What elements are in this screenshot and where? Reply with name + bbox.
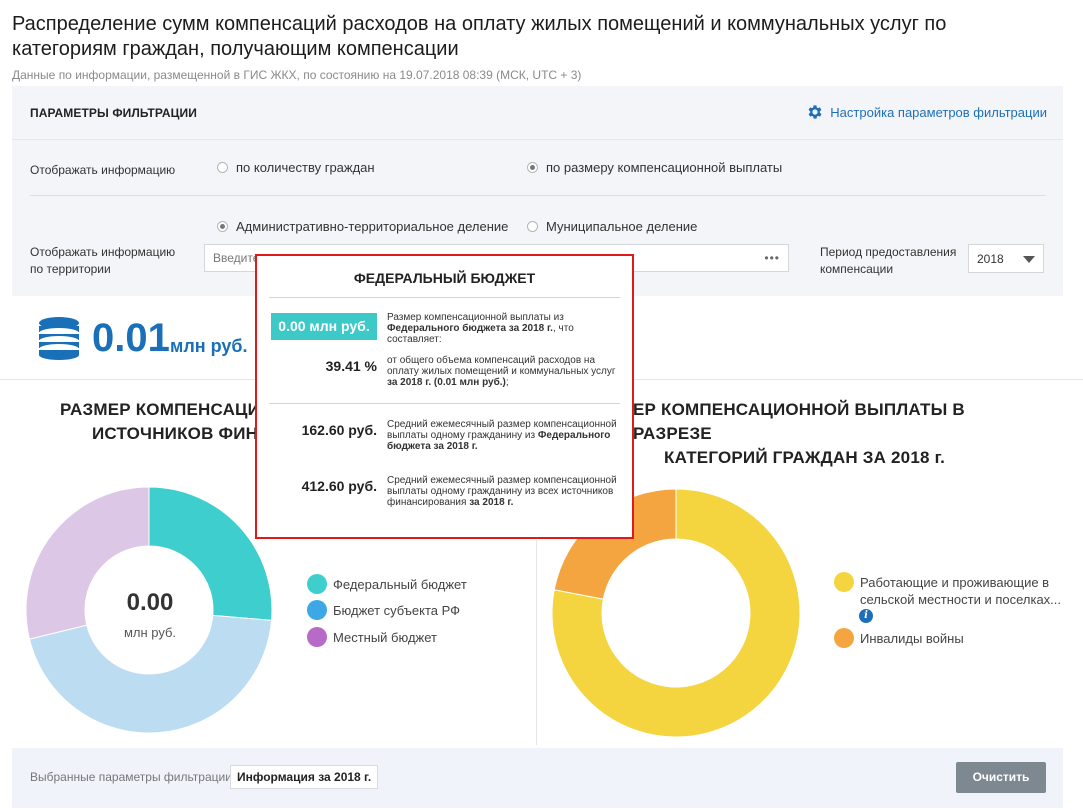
- radio-button: [527, 221, 538, 232]
- info-icon[interactable]: i: [859, 609, 873, 623]
- legend-label: Инвалиды войны: [860, 631, 964, 646]
- legend-label: Работающие и проживающие в сельской мест…: [860, 574, 1061, 608]
- tooltip-avg-federal-text: Средний ежемесячный размер компенсационн…: [387, 419, 623, 452]
- filter-settings-label: Настройка параметров фильтрации: [830, 104, 1047, 120]
- tooltip-avg-all: 412.60 руб.: [301, 478, 377, 494]
- display-info-label: Отображать информацию: [30, 163, 176, 177]
- period-value: 2018: [977, 252, 1004, 266]
- footer-bar: Выбранные параметры фильтрации: Информац…: [12, 748, 1063, 808]
- radio-button-selected: [527, 162, 538, 173]
- filter-settings-link[interactable]: Настройка параметров фильтрации: [806, 103, 1047, 121]
- legend-item-subject[interactable]: Бюджет субъекта РФ: [307, 600, 461, 620]
- radio-by-payment[interactable]: по размеру компенсационной выплаты: [527, 160, 782, 175]
- legend-label-line: сельской местности и поселках...: [860, 592, 1062, 607]
- territory-placeholder: Введите: [213, 251, 260, 265]
- period-label-line: компенсации: [820, 262, 894, 276]
- donut-center-unit: млн руб.: [123, 625, 177, 640]
- tooltip-divider: [269, 403, 620, 404]
- selected-filters-label: Выбранные параметры фильтрации:: [30, 770, 236, 784]
- territory-label-line: по территории: [30, 262, 111, 276]
- tooltip-text-part: составляет:: [387, 334, 442, 345]
- selected-filter-chip[interactable]: Информация за 2018 г.: [230, 765, 379, 789]
- filter-divider: [30, 195, 1046, 196]
- coins-icon: [39, 317, 79, 360]
- radio-label: по количеству граждан: [236, 160, 375, 175]
- section-divider: [536, 540, 537, 745]
- territory-label: Отображать информацию по территории: [30, 244, 175, 277]
- tooltip-text-bold: за 2018 г. (0.01 млн руб.): [387, 377, 506, 388]
- more-icon[interactable]: •••: [764, 251, 780, 265]
- territory-label-line: Отображать информацию: [30, 245, 176, 259]
- clear-button[interactable]: Очистить: [956, 762, 1046, 793]
- legend-item-rural-workers[interactable]: Работающие и проживающие в сельской мест…: [834, 572, 1061, 608]
- legend-label: Бюджет субъекта РФ: [333, 603, 461, 618]
- tooltip-text-bold: Федерального бюджета за 2018 г.: [387, 323, 553, 334]
- tooltip-divider: [269, 297, 620, 298]
- tooltip-text-part: Размер компенсационной выплаты из: [387, 312, 564, 323]
- tooltip-amount-text: Размер компенсационной выплаты из Федера…: [387, 312, 623, 345]
- tooltip-text-part: ;: [505, 377, 509, 388]
- legend-color-dot: [307, 600, 327, 620]
- legend-item-local[interactable]: Местный бюджет: [307, 627, 437, 647]
- gear-icon: [808, 105, 822, 119]
- radio-label: по размеру компенсационной выплаты: [546, 160, 783, 175]
- legend-label: Федеральный бюджет: [333, 577, 467, 592]
- tooltip-avg-all-text: Средний ежемесячный размер компенсационн…: [387, 475, 623, 508]
- summary-value: 0.01: [92, 316, 170, 360]
- tooltip-avg-federal: 162.60 руб.: [301, 422, 377, 438]
- page-title: Распределение сумм компенсаций расходов …: [12, 13, 947, 60]
- right-section-title: ЕР КОМПЕНСАЦИОННОЙ ВЫПЛАТЫ В РАЗРЕЗЕ КАТ…: [600, 398, 1040, 470]
- radio-button: [217, 162, 228, 173]
- tooltip-text-part: , что: [552, 323, 574, 334]
- period-label: Период предоставления компенсации: [820, 244, 956, 277]
- period-select[interactable]: 2018: [968, 244, 1044, 273]
- radio-button-selected: [217, 221, 228, 232]
- tooltip-text-bold: за 2018 г.: [469, 497, 514, 508]
- filter-title: ПАРАМЕТРЫ ФИЛЬТРАЦИИ: [30, 106, 197, 120]
- page-subtitle: Данные по информации, размещенной в ГИС …: [12, 68, 582, 82]
- legend-color-dot: [307, 574, 327, 594]
- legend-color-dot: [834, 572, 854, 592]
- section-title-line: ЕР КОМПЕНСАЦИОННОЙ ВЫПЛАТЫ В РАЗРЕЗЕ: [633, 400, 965, 443]
- donut-center-value: 0.00: [126, 589, 174, 616]
- filter-header: ПАРАМЕТРЫ ФИЛЬТРАЦИИ Настройка параметро…: [12, 86, 1063, 140]
- tooltip-amount-badge: 0.00 млн руб.: [271, 313, 377, 340]
- radio-label: Административно-территориальное деление: [236, 219, 509, 234]
- tooltip-percent-text: от общего объема компенсаций расходов на…: [387, 355, 623, 388]
- summary-unit: млн руб.: [170, 336, 248, 356]
- radio-municipal-division[interactable]: Муниципальное деление: [527, 219, 697, 234]
- federal-budget-tooltip: ФЕДЕРАЛЬНЫЙ БЮДЖЕТ 0.00 млн руб. Размер …: [255, 254, 634, 539]
- tooltip-title: ФЕДЕРАЛЬНЫЙ БЮДЖЕТ: [353, 270, 536, 286]
- radio-admin-division[interactable]: Административно-территориальное деление: [217, 219, 508, 234]
- period-label-line: Период предоставления: [820, 245, 957, 259]
- chevron-down-icon: [1023, 256, 1035, 263]
- legend-label: Местный бюджет: [333, 630, 437, 645]
- legend-item-war-invalids[interactable]: Инвалиды войны: [834, 628, 964, 648]
- section-title-line: КАТЕГОРИЙ ГРАЖДАН ЗА 2018 г.: [664, 448, 946, 467]
- tooltip-percent: 39.41 %: [325, 358, 377, 374]
- legend-item-federal[interactable]: Федеральный бюджет: [307, 574, 467, 594]
- legend-color-dot: [834, 628, 854, 648]
- radio-label: Муниципальное деление: [546, 219, 698, 234]
- radio-by-citizens[interactable]: по количеству граждан: [217, 160, 375, 175]
- legend-label-line: Работающие и проживающие в: [860, 575, 1050, 590]
- tooltip-text-part: от общего объема компенсаций расходов на…: [387, 355, 616, 377]
- legend-color-dot: [307, 627, 327, 647]
